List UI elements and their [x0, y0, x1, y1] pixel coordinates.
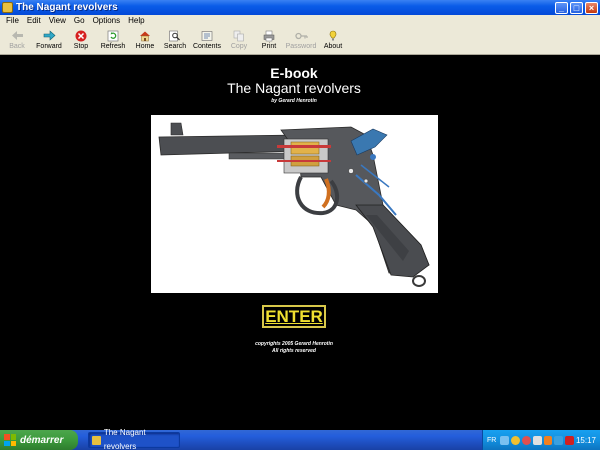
stop-button[interactable]: Stop: [66, 27, 96, 54]
rights-text: All rights reserved: [272, 348, 316, 354]
menu-view[interactable]: View: [45, 15, 70, 27]
about-icon: [326, 29, 340, 42]
menu-options[interactable]: Options: [89, 15, 125, 27]
app-icon: [92, 435, 101, 445]
page-title: E-book: [270, 65, 318, 81]
arrow-left-icon: [10, 29, 24, 42]
window-title: The Nagant revolvers: [16, 2, 118, 13]
back-button[interactable]: Back: [2, 27, 32, 54]
author-line: by Gerard Henrotin: [271, 98, 317, 104]
menu-file[interactable]: File: [2, 15, 23, 27]
password-button[interactable]: Password: [284, 27, 318, 54]
about-button[interactable]: About: [318, 27, 348, 54]
revolver-image: [151, 115, 438, 293]
title-bar[interactable]: The Nagant revolvers _ □ ×: [0, 0, 600, 15]
arrow-right-icon: [42, 29, 56, 42]
taskbar-item-nagant[interactable]: The Nagant revolvers: [88, 428, 180, 450]
content-area: E-book The Nagant revolvers by Gerard He…: [0, 55, 600, 430]
menu-bar: File Edit View Go Options Help: [0, 15, 600, 27]
mail-icon[interactable]: [565, 435, 574, 445]
enter-button[interactable]: ENTER: [262, 305, 326, 328]
menu-go[interactable]: Go: [70, 15, 89, 27]
system-tray: FR 15:17: [482, 430, 600, 450]
update-icon[interactable]: [543, 435, 553, 445]
stop-icon: [74, 29, 88, 42]
messenger-icon[interactable]: [554, 435, 564, 445]
page-subtitle: The Nagant revolvers: [227, 80, 361, 96]
refresh-icon: [106, 29, 120, 42]
start-label: démarrer: [20, 434, 64, 446]
volume-icon[interactable]: [532, 435, 542, 445]
start-button[interactable]: démarrer: [0, 430, 78, 450]
toolbar: Back Forward Stop Refresh Home Search Co…: [0, 27, 600, 55]
security-icon[interactable]: [521, 435, 531, 445]
copy-button[interactable]: Copy: [224, 27, 254, 54]
network-icon[interactable]: [500, 435, 510, 445]
home-button[interactable]: Home: [130, 27, 160, 54]
clock[interactable]: 15:17: [576, 436, 596, 445]
app-icon: [2, 2, 13, 13]
language-indicator[interactable]: FR: [487, 437, 496, 444]
home-icon: [138, 29, 152, 42]
menu-edit[interactable]: Edit: [23, 15, 45, 27]
contents-button[interactable]: Contents: [190, 27, 224, 54]
windows-logo-icon: [4, 434, 16, 446]
menu-help[interactable]: Help: [124, 15, 148, 27]
minimize-button[interactable]: _: [555, 1, 568, 14]
antivirus-icon[interactable]: [511, 435, 520, 445]
forward-button[interactable]: Forward: [32, 27, 66, 54]
right-edge: [588, 55, 600, 430]
copy-icon: [232, 29, 246, 42]
contents-icon: [200, 29, 214, 42]
print-icon: [262, 29, 276, 42]
print-button[interactable]: Print: [254, 27, 284, 54]
key-icon: [294, 29, 308, 42]
taskbar: démarrer The Nagant revolvers FR 15:17: [0, 428, 600, 450]
close-button[interactable]: ×: [585, 1, 598, 14]
search-icon: [168, 29, 182, 42]
refresh-button[interactable]: Refresh: [96, 27, 130, 54]
search-button[interactable]: Search: [160, 27, 190, 54]
copyright-text: copyrights 2005 Gerard Henrotin: [255, 341, 333, 347]
maximize-button[interactable]: □: [570, 1, 583, 14]
task-label: The Nagant revolvers: [103, 428, 146, 450]
